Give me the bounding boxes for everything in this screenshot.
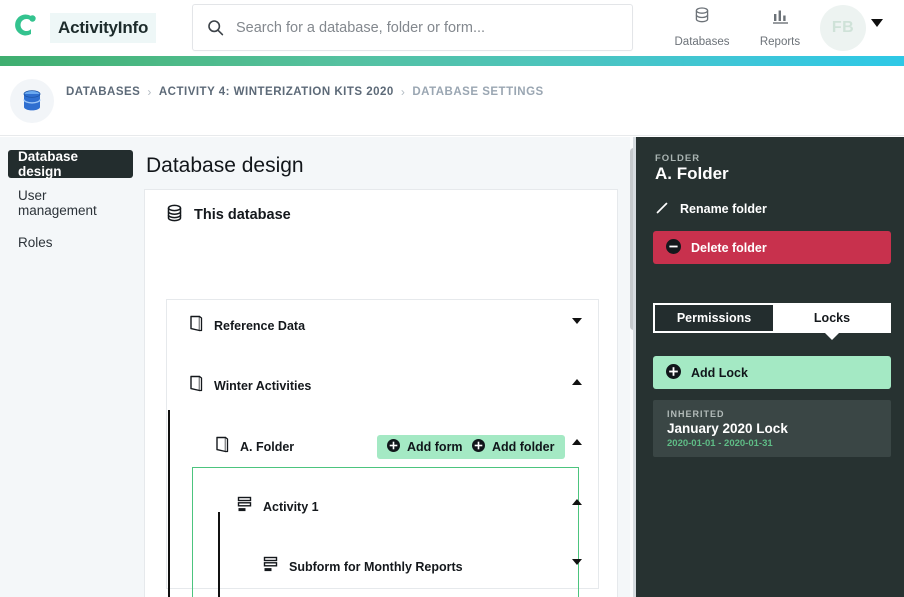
sidebar-item-roles[interactable]: Roles (8, 228, 133, 256)
chevron-up-icon-activity-1[interactable] (572, 499, 582, 505)
database-cylinder-icon (10, 79, 54, 123)
sidebar-label-roles: Roles (18, 234, 53, 250)
bar-chart-icon (771, 7, 790, 31)
chevron-up-icon-a-folder[interactable] (572, 439, 582, 445)
pencil-icon (655, 201, 669, 218)
settings-sidebar: Database design User management Roles (0, 137, 141, 597)
add-form-label: Add form (407, 440, 463, 454)
database-icon (694, 7, 710, 31)
delete-folder-button[interactable]: Delete folder (653, 231, 891, 264)
brand-name[interactable]: ActivityInfo (50, 13, 157, 43)
sidebar-item-database-design[interactable]: Database design (8, 149, 133, 179)
tree-guide-line-inner (218, 512, 220, 597)
top-bar: ActivityInfo Databases (0, 0, 904, 56)
this-database-header[interactable]: This database (145, 190, 617, 240)
tree-label-subform: Subform for Monthly Reports (289, 560, 463, 574)
folder-icon (215, 436, 229, 458)
page-header: DATABASES › ACTIVITY 4: WINTERIZATION KI… (0, 66, 904, 185)
breadcrumb: DATABASES › ACTIVITY 4: WINTERIZATION KI… (66, 85, 544, 99)
tab-locks-label: Locks (813, 311, 851, 325)
lock-list-item[interactable]: INHERITED January 2020 Lock 2020-01-01 -… (653, 400, 891, 457)
nav-label-reports: Reports (759, 36, 801, 48)
database-design-card: This database Reference Data Winter Acti… (144, 189, 618, 597)
folder-icon (189, 375, 203, 397)
panel-kicker: FOLDER (655, 153, 701, 164)
add-folder-label: Add folder (492, 440, 555, 454)
lock-dates: 2020-01-01 - 2020-01-31 (667, 438, 773, 449)
tab-permissions[interactable]: Permissions (653, 303, 773, 333)
chevron-down-icon-subform[interactable] (572, 559, 582, 565)
form-icon (263, 556, 278, 578)
tree-item-reference-data[interactable]: Reference Data (189, 315, 305, 337)
this-database-label: This database (194, 207, 291, 223)
plus-circle-icon (387, 439, 400, 455)
tab-permissions-label: Permissions (676, 311, 752, 325)
accent-gradient-bar (0, 56, 904, 66)
tree-item-winter-activities[interactable]: Winter Activities (189, 375, 311, 397)
nav-label-databases: Databases (674, 36, 730, 48)
search-bar[interactable] (192, 4, 633, 51)
tree-item-activity-1[interactable]: Activity 1 (237, 496, 319, 518)
chevron-down-icon-reference-data[interactable] (572, 318, 582, 324)
add-lock-button[interactable]: Add Lock (653, 356, 891, 389)
tree-item-subform[interactable]: Subform for Monthly Reports (263, 556, 463, 578)
chevron-down-icon[interactable] (871, 19, 883, 27)
tree-label-a-folder: A. Folder (240, 440, 295, 454)
main-content: Database design This database Reference … (141, 137, 636, 597)
search-icon (207, 19, 224, 36)
rename-folder-button[interactable]: Rename folder (655, 197, 885, 221)
search-input[interactable] (236, 19, 632, 36)
avatar[interactable]: FB (820, 5, 866, 51)
tree-label-winter-activities: Winter Activities (214, 379, 312, 393)
plus-circle-icon (666, 363, 681, 382)
nav-item-reports[interactable]: Reports (747, 7, 813, 51)
lock-kicker: INHERITED (667, 409, 725, 419)
panel-tabs: Permissions Locks (653, 303, 891, 340)
tree-label-activity-1: Activity 1 (263, 500, 319, 514)
add-form-button[interactable]: Add form (377, 435, 473, 459)
activityinfo-logo-icon[interactable] (10, 10, 40, 40)
form-icon (237, 496, 252, 518)
rename-folder-label: Rename folder (680, 202, 767, 216)
tree-guide-line (168, 410, 170, 597)
breadcrumb-item-databases[interactable]: DATABASES (66, 86, 140, 98)
delete-folder-label: Delete folder (691, 240, 767, 255)
sidebar-label-database-design: Database design (18, 149, 79, 179)
chevron-up-icon-winter-activities[interactable] (572, 379, 582, 385)
panel-title: A. Folder (655, 164, 729, 183)
section-title: Database design (146, 154, 304, 177)
breadcrumb-separator: › (147, 85, 152, 99)
plus-circle-icon (472, 439, 485, 455)
add-folder-button[interactable]: Add folder (462, 435, 565, 459)
nav-item-databases[interactable]: Databases (669, 7, 735, 51)
folder-icon (189, 315, 203, 337)
breadcrumb-separator: › (400, 85, 406, 99)
folder-detail-panel: FOLDER A. Folder Rename folder Delete fo… (636, 137, 904, 597)
breadcrumb-item-current: DATABASE SETTINGS (412, 86, 544, 98)
add-lock-label: Add Lock (691, 365, 748, 380)
tree-label-reference-data: Reference Data (214, 319, 306, 333)
sidebar-label-user-management: User management (18, 188, 97, 218)
tree-item-a-folder[interactable]: A. Folder (215, 436, 294, 458)
sidebar-item-user-management[interactable]: User management (8, 188, 133, 218)
tab-locks[interactable]: Locks (773, 303, 891, 340)
database-icon (166, 204, 183, 227)
breadcrumb-item-database[interactable]: ACTIVITY 4: WINTERIZATION KITS 2020 (159, 86, 394, 98)
lock-title: January 2020 Lock (667, 421, 788, 436)
minus-circle-icon (666, 238, 681, 257)
